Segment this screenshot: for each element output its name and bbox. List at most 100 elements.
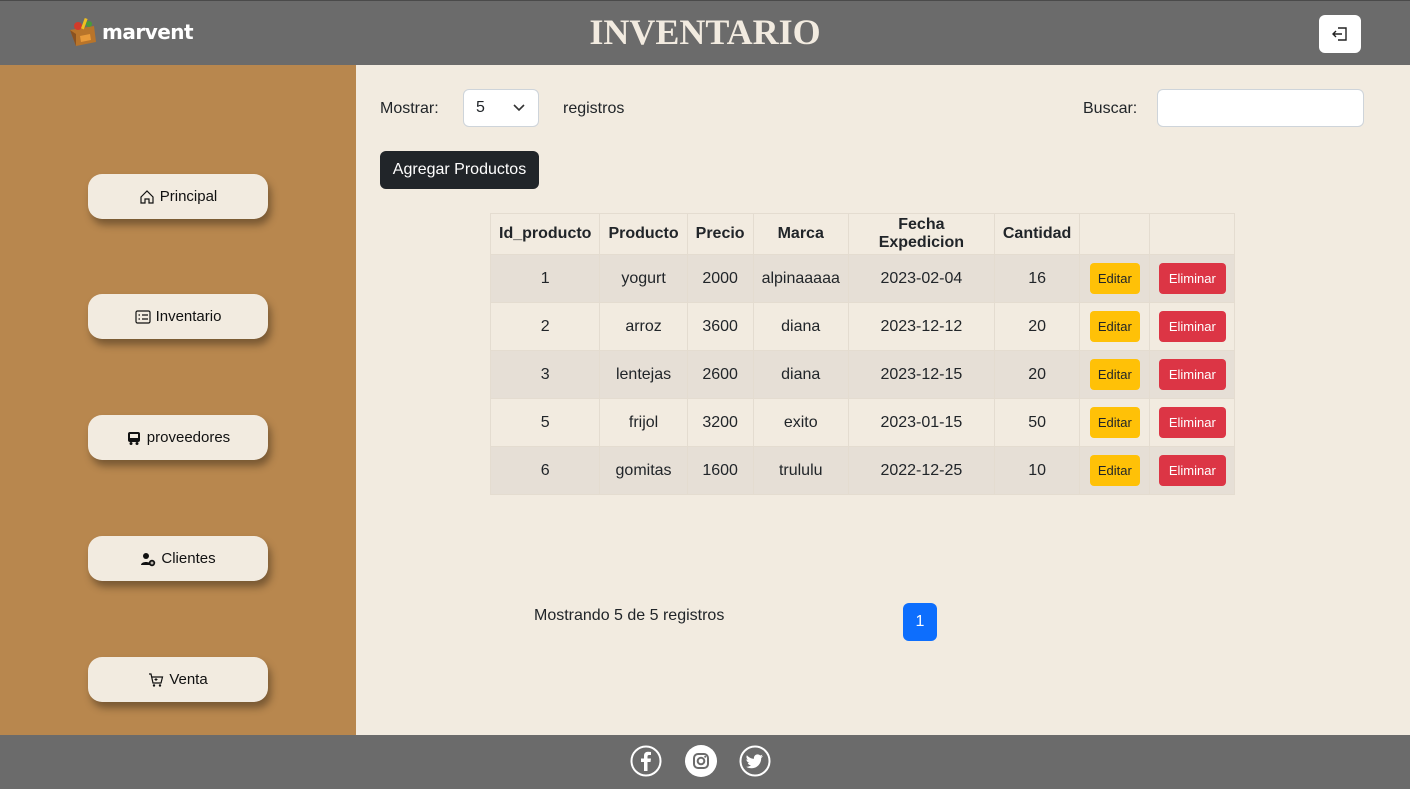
person-add-icon: [141, 552, 156, 566]
logout-icon: [1332, 27, 1347, 41]
sidebar: Principal Inventario proveedores Cliente…: [0, 65, 356, 735]
cell-delete: Eliminar: [1149, 446, 1236, 495]
edit-button[interactable]: Editar: [1089, 263, 1140, 294]
products-table: Id_producto Producto Precio Marca Fecha …: [489, 213, 1236, 495]
column-header: Fecha Expedicion: [847, 213, 995, 255]
cell-edit: Editar: [1079, 398, 1151, 447]
cell-brand: diana: [752, 350, 849, 399]
sidebar-item-label: Inventario: [155, 308, 222, 325]
cell-product: arroz: [599, 302, 688, 351]
delete-button[interactable]: Eliminar: [1158, 359, 1226, 390]
column-header: [1149, 213, 1236, 255]
header-bar: marvent INVENTARIO: [0, 0, 1410, 65]
cell-price: 1600: [686, 446, 754, 495]
cell-quantity: 16: [993, 254, 1081, 303]
column-header: Precio: [686, 213, 754, 255]
cell-price: 3600: [686, 302, 754, 351]
records-label: registros: [563, 100, 625, 117]
records-per-page-select[interactable]: 5: [463, 89, 539, 127]
delete-button[interactable]: Eliminar: [1158, 407, 1226, 438]
records-per-page-value: 5: [476, 99, 485, 116]
cell-id: 5: [489, 398, 601, 447]
edit-button[interactable]: Editar: [1089, 407, 1140, 438]
search-label: Buscar:: [1083, 100, 1138, 117]
cell-edit: Editar: [1079, 446, 1151, 495]
column-header: Marca: [752, 213, 849, 255]
search-input[interactable]: [1157, 89, 1364, 127]
cell-brand: diana: [752, 302, 849, 351]
table-row: 2 arroz 3600 diana 2023-12-12 20 Editar …: [489, 302, 1236, 351]
cell-id: 3: [489, 350, 601, 399]
sidebar-item-label: Principal: [159, 188, 218, 205]
cell-date: 2023-12-12: [847, 302, 995, 351]
instagram-icon[interactable]: [685, 745, 717, 777]
sidebar-item-clientes[interactable]: Clientes: [88, 536, 268, 581]
edit-button[interactable]: Editar: [1089, 311, 1140, 342]
card-list-icon: [134, 309, 151, 324]
cell-edit: Editar: [1079, 254, 1151, 303]
cell-date: 2023-01-15: [847, 398, 995, 447]
cell-product: gomitas: [599, 446, 688, 495]
pagination-info: Mostrando 5 de 5 registros: [534, 607, 725, 624]
cell-brand: exito: [752, 398, 849, 447]
cell-product: yogurt: [599, 254, 688, 303]
add-products-button[interactable]: Agregar Productos: [380, 151, 539, 189]
cell-product: lentejas: [599, 350, 688, 399]
sidebar-item-label: proveedores: [146, 429, 231, 446]
cell-id: 6: [489, 446, 601, 495]
edit-button[interactable]: Editar: [1089, 359, 1140, 390]
table-header-row: Id_producto Producto Precio Marca Fecha …: [489, 213, 1236, 255]
cell-brand: trululu: [752, 446, 849, 495]
cell-date: 2023-02-04: [847, 254, 995, 303]
edit-button[interactable]: Editar: [1089, 455, 1140, 486]
sidebar-item-label: Clientes: [161, 550, 216, 567]
column-header: Id_producto: [489, 213, 601, 255]
cell-brand: alpinaaaaa: [752, 254, 849, 303]
delete-button[interactable]: Eliminar: [1158, 311, 1226, 342]
page-title: INVENTARIO: [589, 12, 821, 52]
sidebar-item-venta[interactable]: Venta: [88, 657, 268, 702]
cell-price: 2000: [686, 254, 754, 303]
cell-product: frijol: [599, 398, 688, 447]
sidebar-item-inventario[interactable]: Inventario: [88, 294, 268, 339]
delete-button[interactable]: Eliminar: [1158, 263, 1226, 294]
table-row: 3 lentejas 2600 diana 2023-12-15 20 Edit…: [489, 350, 1236, 399]
footer-bar: [0, 735, 1410, 789]
cell-delete: Eliminar: [1149, 302, 1236, 351]
logout-button[interactable]: [1319, 15, 1361, 53]
cell-id: 2: [489, 302, 601, 351]
home-icon: [140, 189, 154, 204]
cell-edit: Editar: [1079, 302, 1151, 351]
cell-quantity: 50: [993, 398, 1081, 447]
cell-delete: Eliminar: [1149, 350, 1236, 399]
cell-quantity: 10: [993, 446, 1081, 495]
sidebar-item-proveedores[interactable]: proveedores: [88, 415, 268, 460]
cell-delete: Eliminar: [1149, 254, 1236, 303]
main-content: Mostrar: 5 registros Buscar: Agregar Pro…: [356, 65, 1410, 735]
show-label: Mostrar:: [380, 100, 439, 117]
cell-date: 2023-12-15: [847, 350, 995, 399]
cell-date: 2022-12-25: [847, 446, 995, 495]
cell-id: 1: [489, 254, 601, 303]
cell-delete: Eliminar: [1149, 398, 1236, 447]
chevron-down-icon: [513, 104, 525, 112]
column-header: [1079, 213, 1151, 255]
column-header: Cantidad: [993, 213, 1081, 255]
table-row: 5 frijol 3200 exito 2023-01-15 50 Editar…: [489, 398, 1236, 447]
truck-icon: [127, 431, 140, 445]
cell-quantity: 20: [993, 302, 1081, 351]
cell-price: 2600: [686, 350, 754, 399]
page-button-1[interactable]: 1: [903, 603, 937, 641]
table-row: 1 yogurt 2000 alpinaaaaa 2023-02-04 16 E…: [489, 254, 1236, 303]
cart-icon: [149, 672, 164, 687]
sidebar-item-principal[interactable]: Principal: [88, 174, 268, 219]
sidebar-item-label: Venta: [169, 671, 208, 688]
cell-price: 3200: [686, 398, 754, 447]
facebook-icon[interactable]: [630, 745, 662, 777]
cell-edit: Editar: [1079, 350, 1151, 399]
cell-quantity: 20: [993, 350, 1081, 399]
twitter-icon[interactable]: [739, 745, 771, 777]
column-header: Producto: [599, 213, 688, 255]
delete-button[interactable]: Eliminar: [1158, 455, 1226, 486]
table-row: 6 gomitas 1600 trululu 2022-12-25 10 Edi…: [489, 446, 1236, 495]
